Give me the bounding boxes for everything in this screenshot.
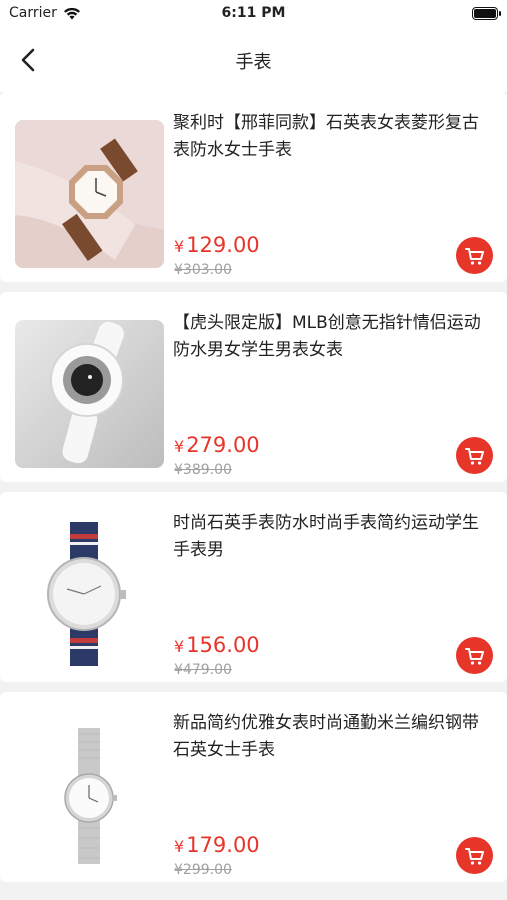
status-bar: Carrier 6:11 PM bbox=[0, 0, 507, 28]
nav-bar: 手表 bbox=[0, 28, 507, 92]
original-price: ¥299.00 bbox=[174, 862, 232, 878]
product-list: 聚利时【邢菲同款】石英表女表菱形复古表防水女士手表 ¥129.00 ¥303.0… bbox=[0, 92, 507, 892]
product-image-octagon-watch bbox=[15, 120, 164, 268]
product-title: 时尚石英手表防水时尚手表简约运动学生手表男 bbox=[173, 513, 479, 560]
battery-icon bbox=[472, 7, 501, 20]
currency-symbol: ¥ bbox=[174, 637, 185, 656]
cart-icon bbox=[464, 247, 484, 265]
product-image-mesh-band-watch bbox=[15, 720, 164, 868]
price-value: 279.00 bbox=[186, 433, 260, 457]
product-title: 【虎头限定版】MLB创意无指针情侣运动防水男女学生男表女表 bbox=[173, 313, 481, 360]
add-to-cart-button[interactable] bbox=[456, 437, 493, 474]
product-card[interactable]: 时尚石英手表防水时尚手表简约运动学生手表男 ¥156.00 ¥479.00 bbox=[0, 492, 507, 682]
status-time: 6:11 PM bbox=[221, 5, 286, 21]
product-title: 聚利时【邢菲同款】石英表女表菱形复古表防水女士手表 bbox=[173, 113, 479, 160]
product-title: 新品简约优雅女表时尚通勤米兰编织钢带石英女士手表 bbox=[173, 713, 479, 760]
product-image-nato-strap-watch bbox=[15, 520, 164, 668]
product-card[interactable]: 新品简约优雅女表时尚通勤米兰编织钢带石英女士手表 ¥179.00 ¥299.00 bbox=[0, 692, 507, 882]
price-value: 129.00 bbox=[186, 233, 260, 257]
product-image-mlb-watch bbox=[15, 320, 164, 468]
currency-symbol: ¥ bbox=[174, 837, 185, 856]
product-card[interactable]: 【虎头限定版】MLB创意无指针情侣运动防水男女学生男表女表 ¥279.00 ¥3… bbox=[0, 292, 507, 482]
cart-icon bbox=[464, 847, 484, 865]
product-card[interactable]: 聚利时【邢菲同款】石英表女表菱形复古表防水女士手表 ¥129.00 ¥303.0… bbox=[0, 92, 507, 282]
currency-symbol: ¥ bbox=[174, 437, 185, 456]
price-value: 156.00 bbox=[186, 633, 260, 657]
price-value: 179.00 bbox=[186, 833, 260, 857]
original-price: ¥389.00 bbox=[174, 462, 232, 478]
product-price: ¥129.00 bbox=[174, 233, 260, 257]
product-price: ¥156.00 bbox=[174, 633, 260, 657]
page-title: 手表 bbox=[235, 52, 272, 73]
currency-symbol: ¥ bbox=[174, 237, 185, 256]
add-to-cart-button[interactable] bbox=[456, 237, 493, 274]
product-price: ¥179.00 bbox=[174, 833, 260, 857]
original-price: ¥479.00 bbox=[174, 662, 232, 678]
cart-icon bbox=[464, 647, 484, 665]
original-price: ¥303.00 bbox=[174, 262, 232, 278]
product-price: ¥279.00 bbox=[174, 433, 260, 457]
add-to-cart-button[interactable] bbox=[456, 837, 493, 874]
cart-icon bbox=[464, 447, 484, 465]
add-to-cart-button[interactable] bbox=[456, 637, 493, 674]
